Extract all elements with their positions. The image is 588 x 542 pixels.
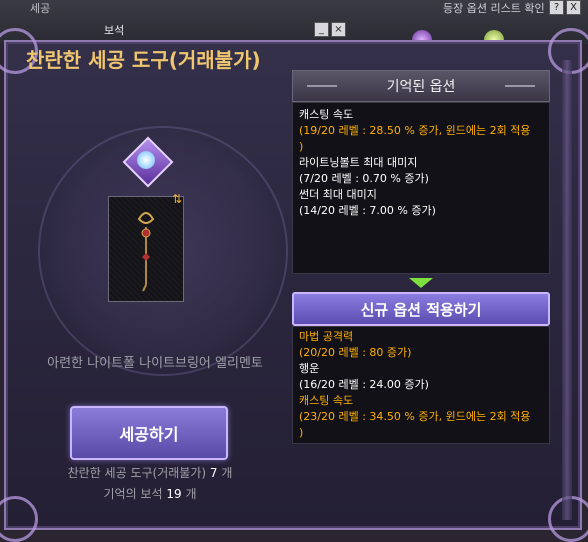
help-icon[interactable]: ? xyxy=(549,0,564,15)
window-close-icon[interactable]: × xyxy=(331,22,346,37)
swap-icon[interactable]: ⇅ xyxy=(172,193,186,205)
gem-count-line: 기억의 보석 19 개 xyxy=(20,485,280,502)
gem-count-value: 19 xyxy=(166,487,182,501)
option-name: 행운 xyxy=(299,362,320,375)
frame-corner-decoration xyxy=(0,496,38,542)
arrow-down-icon xyxy=(409,278,433,288)
remembered-options-panel: 캐스팅 속도 (19/20 레벨 : 28.50 % 증가, 윈드에는 2회 적… xyxy=(292,102,550,274)
new-options-panel: 마법 공격력 (20/20 레벨 : 80 증가) 행운 (16/20 레벨 :… xyxy=(292,326,550,444)
minimize-icon[interactable]: _ xyxy=(314,22,329,37)
option-value-tail: ) xyxy=(299,140,304,153)
tool-count-line: 찬란한 세공 도구(거래불가) 7 개 xyxy=(20,464,280,481)
close-icon[interactable]: X xyxy=(566,0,581,15)
option-name: 캐스팅 속도 xyxy=(299,108,354,121)
background-gem-label: 보석 xyxy=(104,24,125,37)
background-game-ui: 세공 보석 등장 옵션 리스트 확인 ? X _ × xyxy=(0,0,588,50)
remembered-options-header: 기억된 옵션 xyxy=(292,70,550,102)
option-name: 썬더 최대 대미지 xyxy=(299,188,377,201)
tool-count-unit: 개 xyxy=(221,466,233,480)
window-title: 찬란한 세공 도구(거래불가) xyxy=(26,48,261,72)
option-name: 캐스팅 속도 xyxy=(299,394,354,407)
apply-new-options-button[interactable]: 신규 옵션 적용하기 xyxy=(292,292,550,326)
item-slot[interactable] xyxy=(108,196,184,302)
tool-count-label: 찬란한 세공 도구(거래불가) xyxy=(67,466,207,480)
header-decoration xyxy=(307,85,337,87)
option-value: (16/20 레벨 : 24.00 증가) xyxy=(299,378,429,391)
option-value: (14/20 레벨 : 7.00 % 증가) xyxy=(299,204,436,217)
item-name: 아련한 나이트폴 나이트브링어 엘리멘토 xyxy=(47,356,263,371)
option-value-tail: ) xyxy=(299,426,304,439)
gem-core-icon xyxy=(137,151,155,169)
header-decoration xyxy=(505,85,535,87)
staff-item-icon xyxy=(137,212,155,292)
option-value: (20/20 레벨 : 80 증가) xyxy=(299,346,412,359)
option-list-link[interactable]: 등장 옵션 리스트 확인 xyxy=(443,0,545,16)
option-value: (23/20 레벨 : 34.50 % 증가, 윈드에는 2회 적용 xyxy=(299,410,531,423)
gem-count-unit: 개 xyxy=(185,487,197,501)
option-name: 마법 공격력 xyxy=(299,330,354,343)
option-name: 라이트닝볼트 최대 대미지 xyxy=(299,156,418,169)
gem-count-label: 기억의 보석 xyxy=(103,487,163,501)
remembered-options-title: 기억된 옵션 xyxy=(386,79,456,95)
frame-right-border xyxy=(562,60,572,520)
refine-button[interactable]: 세공하기 xyxy=(70,406,228,460)
tool-count-value: 7 xyxy=(209,466,218,480)
background-tab-label: 세공 xyxy=(30,2,51,15)
option-value: (7/20 레벨 : 0.70 % 증가) xyxy=(299,172,429,185)
option-value: (19/20 레벨 : 28.50 % 증가, 윈드에는 2회 적용 xyxy=(299,124,531,137)
